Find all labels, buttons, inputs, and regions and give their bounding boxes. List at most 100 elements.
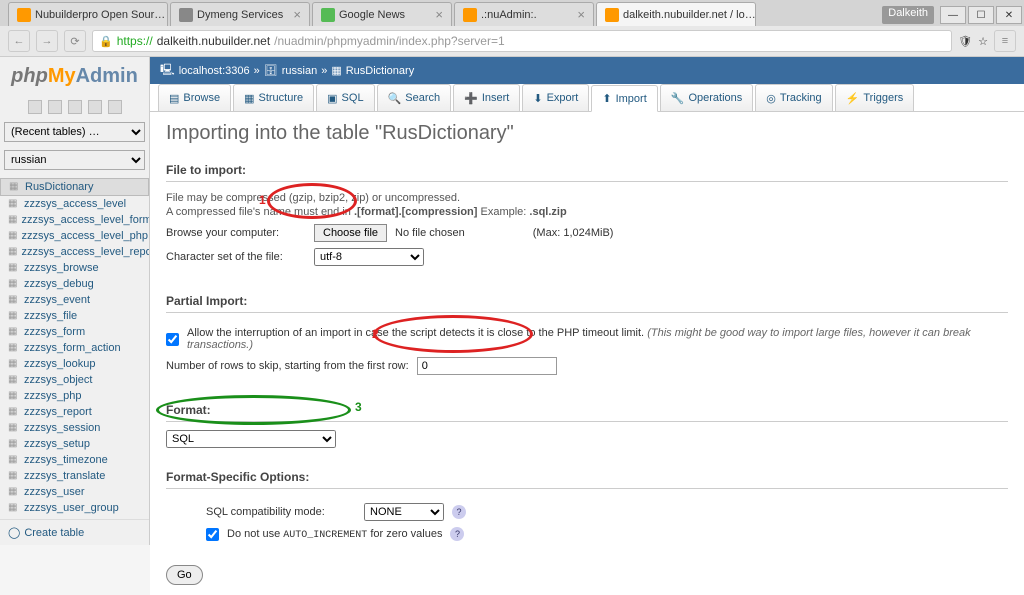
sidebar-table[interactable]: ▦zzzsys_access_level_form — [0, 212, 149, 228]
page-tabs: ▤Browse ▦Structure ▣SQL 🔍Search ➕Insert … — [150, 84, 1024, 112]
no-auto-increment-checkbox[interactable] — [206, 528, 219, 541]
operations-icon: 🔧 — [671, 92, 685, 105]
sidebar-table[interactable]: ▦zzzsys_access_level — [0, 196, 149, 212]
menu-button[interactable]: ≡ — [994, 30, 1016, 52]
sidebar-table-rusdictionary[interactable]: ▦RusDictionary — [0, 178, 149, 196]
browser-tab[interactable]: Dymeng Services× — [170, 2, 310, 26]
url-scheme: https:// — [117, 34, 153, 48]
tab-operations[interactable]: 🔧Operations — [660, 84, 754, 111]
help-icon[interactable]: ? — [450, 527, 464, 541]
address-field[interactable]: 🔒 https://dalkeith.nubuilder.net/nuadmin… — [92, 30, 952, 52]
file-import-fieldset: File may be compressed (gzip, bzip2, zip… — [166, 181, 1008, 280]
tab-browse[interactable]: ▤Browse — [158, 84, 231, 111]
sidebar-table[interactable]: ▦zzzsys_timezone — [0, 452, 149, 468]
close-icon[interactable]: × — [577, 7, 585, 22]
help-icon[interactable]: ? — [452, 505, 466, 519]
table-name: zzzsys_object — [24, 374, 92, 386]
breadcrumb-table[interactable]: RusDictionary — [346, 65, 414, 77]
tab-label: SQL — [342, 92, 364, 104]
docs-icon[interactable] — [88, 100, 102, 114]
close-icon[interactable]: × — [293, 7, 301, 22]
url-bar: ← → ⟳ 🔒 https://dalkeith.nubuilder.net/n… — [0, 26, 1024, 56]
user-badge[interactable]: Dalkeith — [882, 6, 934, 24]
tab-import[interactable]: ⬆Import — [591, 85, 657, 112]
table-list[interactable]: ▦RusDictionary ▦zzzsys_access_level ▦zzz… — [0, 174, 149, 519]
close-icon[interactable]: × — [435, 7, 443, 22]
browse-row: Browse your computer: Choose file No fil… — [166, 224, 1008, 242]
go-button[interactable]: Go — [166, 565, 203, 585]
browser-tab[interactable]: Google News× — [312, 2, 452, 26]
forward-button[interactable]: → — [36, 30, 58, 52]
sidebar-table[interactable]: ▦zzzsys_php — [0, 388, 149, 404]
sidebar-table[interactable]: ▦zzzsys_session — [0, 420, 149, 436]
tab-export[interactable]: ⬇Export — [522, 84, 589, 111]
sidebar-table[interactable]: ▦zzzsys_event — [0, 292, 149, 308]
reload-button[interactable]: ⟳ — [64, 30, 86, 52]
url-host: dalkeith.nubuilder.net — [157, 34, 270, 48]
create-table-link[interactable]: ◯Create table — [0, 519, 149, 545]
sidebar-table[interactable]: ▦zzzsys_access_level_report — [0, 244, 149, 260]
choose-file-button[interactable]: Choose file — [314, 224, 387, 242]
browser-tab-active[interactable]: dalkeith.nubuilder.net / lo…× — [596, 2, 756, 26]
partial-import-fieldset: Allow the interruption of an import in c… — [166, 312, 1008, 389]
database-select[interactable]: russian — [4, 150, 145, 170]
server-icon: 🖳 — [160, 61, 175, 80]
tab-triggers[interactable]: ⚡Triggers — [835, 84, 915, 111]
query-icon[interactable] — [68, 100, 82, 114]
table-icon: ▦ — [8, 246, 17, 258]
tab-tracking[interactable]: ◎Tracking — [755, 84, 832, 111]
section-file-to-import: File to import: — [166, 159, 1008, 181]
recent-tables-select[interactable]: (Recent tables) … — [4, 122, 145, 142]
sidebar-table[interactable]: ▦zzzsys_user — [0, 484, 149, 500]
sidebar-table[interactable]: ▦zzzsys_form — [0, 324, 149, 340]
page-title: Importing into the table "RusDictionary" — [166, 122, 1008, 145]
sidebar-table[interactable]: ▦zzzsys_translate — [0, 468, 149, 484]
reload-nav-icon[interactable] — [108, 100, 122, 114]
tab-label: Operations — [688, 92, 742, 104]
back-button[interactable]: ← — [8, 30, 30, 52]
table-icon: ▦ — [8, 342, 20, 354]
sidebar-table[interactable]: ▦zzzsys_access_level_php — [0, 228, 149, 244]
sidebar-table[interactable]: ▦zzzsys_setup — [0, 436, 149, 452]
window-controls: Dalkeith — ☐ ✕ — [880, 4, 1024, 26]
sidebar-table[interactable]: ▦zzzsys_user_group — [0, 500, 149, 516]
minimize-button[interactable]: — — [940, 6, 966, 24]
sql-compat-select[interactable]: NONE — [364, 503, 444, 521]
breadcrumb-db[interactable]: russian — [282, 65, 317, 77]
no-auto-increment-label: Do not use AUTO_INCREMENT for zero value… — [227, 528, 442, 541]
note-text: Example: — [477, 206, 529, 218]
breadcrumb-server[interactable]: localhost:3306 — [179, 65, 250, 77]
tab-insert[interactable]: ➕Insert — [453, 84, 520, 111]
sidebar-table[interactable]: ▦zzzsys_browse — [0, 260, 149, 276]
sidebar-table[interactable]: ▦zzzsys_form_action — [0, 340, 149, 356]
browser-tab[interactable]: .:nuAdmin:.× — [454, 2, 594, 26]
sidebar-table[interactable]: ▦zzzsys_debug — [0, 276, 149, 292]
sidebar-table[interactable]: ▦zzzsys_object — [0, 372, 149, 388]
tab-sql[interactable]: ▣SQL — [316, 84, 374, 111]
sidebar-table[interactable]: ▦zzzsys_file — [0, 308, 149, 324]
sidebar-table[interactable]: ▦zzzsys_lookup — [0, 356, 149, 372]
sidebar: phpMyAdmin (Recent tables) … russian ▦Ru… — [0, 57, 150, 545]
create-table-label: Create table — [24, 527, 84, 539]
compress-note: File may be compressed (gzip, bzip2, zip… — [166, 192, 1008, 204]
allow-interrupt-checkbox[interactable] — [166, 333, 179, 346]
tab-search[interactable]: 🔍Search — [377, 84, 452, 111]
browser-tab[interactable]: Nubuilderpro Open Sour…× — [8, 2, 168, 26]
table-icon: ▦ — [8, 470, 20, 482]
compress-filename-note: A compressed file's name must end in .[f… — [166, 206, 1008, 218]
logout-icon[interactable] — [48, 100, 62, 114]
maximize-button[interactable]: ☐ — [968, 6, 994, 24]
charset-select[interactable]: utf-8 — [314, 248, 424, 266]
sidebar-table[interactable]: ▦zzzsys_report — [0, 404, 149, 420]
search-icon: 🔍 — [388, 92, 402, 105]
close-window-button[interactable]: ✕ — [996, 6, 1022, 24]
table-icon: ▦ — [8, 262, 20, 274]
tab-structure[interactable]: ▦Structure — [233, 84, 314, 111]
import-icon: ⬆ — [602, 92, 611, 105]
format-select[interactable]: SQL — [166, 430, 336, 448]
shield-icon[interactable]: 🛡 — [958, 35, 972, 48]
skip-rows-input[interactable] — [417, 357, 557, 375]
home-icon[interactable] — [28, 100, 42, 114]
main-content: 🖳 localhost:3306 » 🗄 russian » ▦ RusDict… — [150, 57, 1024, 595]
bookmark-icon[interactable]: ☆ — [978, 35, 988, 48]
